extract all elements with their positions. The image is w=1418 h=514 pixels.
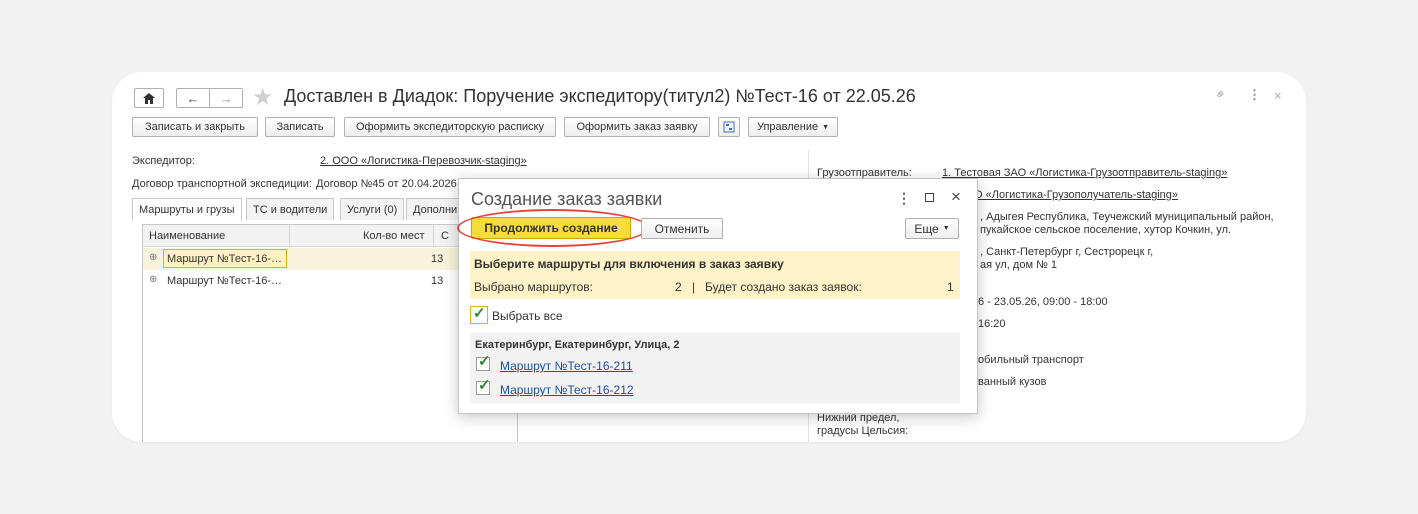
group-title: Екатеринбург, Екатеринбург, Улица, 2 <box>475 339 680 351</box>
more-vertical-icon[interactable]: ⋮ <box>1248 87 1261 103</box>
route-link[interactable]: Маршрут №Тест-16-211 <box>500 359 633 373</box>
selected-count: 2 <box>675 280 682 294</box>
route-name: Маршрут №Тест-16-… <box>167 253 283 265</box>
col-name[interactable]: Наименование <box>149 230 225 242</box>
arrow-right-icon: → <box>219 90 233 106</box>
selection-info: Выберите маршруты для включения в заказ … <box>470 251 960 299</box>
more-button[interactable]: Еще ▼ <box>905 218 959 239</box>
date-range: 6 - 23.05.26, 09:00 - 18:00 <box>978 296 1108 308</box>
info-heading: Выберите маршруты для включения в заказ … <box>474 257 784 271</box>
col-extra[interactable]: С <box>441 230 449 242</box>
time-value: 16:20 <box>978 318 1006 330</box>
home-icon <box>143 92 155 104</box>
route-places: 13 <box>431 253 444 265</box>
tab-vehicles[interactable]: ТС и водители <box>246 198 335 220</box>
checkmark-icon: ✓ <box>478 353 491 370</box>
manage-button[interactable]: Управление ▼ <box>748 117 838 137</box>
route-checkbox[interactable]: ✓ <box>476 353 491 371</box>
contract-label: Договор транспортной экспедиции: <box>132 178 312 190</box>
address-1-line-2: пукайское сельское поселение, хутор Кочк… <box>980 224 1232 236</box>
checkmark-icon: ✓ <box>473 305 486 322</box>
create-order-button[interactable]: Оформить заказ заявку <box>564 117 710 137</box>
chevron-down-icon: ▼ <box>942 225 950 232</box>
contract-value: Договор №45 от 20.04.2026 <box>316 178 457 190</box>
route-places: 13 <box>431 275 444 287</box>
address-2-line-2: ая ул, дом № 1 <box>980 259 1058 271</box>
close-icon[interactable]: × <box>1274 88 1282 103</box>
favorite-star-icon[interactable]: ★ <box>252 83 274 112</box>
window-title: Доставлен в Диадок: Поручение экспедитор… <box>284 86 916 106</box>
lower-limit-label-2: градусы Цельсия: <box>817 425 909 437</box>
document-window: ← → ★ Доставлен в Диадок: Поручение эксп… <box>112 72 1306 442</box>
structure-button[interactable] <box>718 117 740 137</box>
body-value: ванный кузов <box>978 376 1047 388</box>
maximize-icon[interactable] <box>925 193 934 202</box>
select-all-label[interactable]: Выбрать все <box>492 309 563 323</box>
more-vertical-icon[interactable]: ⋮ <box>897 190 911 207</box>
more-label: Еще <box>914 221 939 236</box>
select-all-checkbox[interactable]: ✓ <box>470 305 488 324</box>
will-create-label: Будет создано заказ заявок: <box>705 280 862 294</box>
expeditor-link[interactable]: 2. ООО «Логистика-Перевозчик-staging» <box>320 155 527 167</box>
expand-icon[interactable]: ⊕ <box>149 252 157 263</box>
route-link[interactable]: Маршрут №Тест-16-212 <box>500 383 634 397</box>
consignee-link[interactable]: О «Логистика-Грузополучатель-staging» <box>974 189 1178 201</box>
selected-label: Выбрано маршрутов: <box>474 280 593 294</box>
route-group: Екатеринбург, Екатеринбург, Улица, 2 ✓ М… <box>470 333 960 403</box>
close-icon[interactable]: × <box>951 187 961 207</box>
link-icon[interactable]: ⚭ <box>1211 84 1231 104</box>
transport-value: обильный транспорт <box>978 354 1084 366</box>
hierarchy-icon <box>723 121 735 133</box>
tab-routes[interactable]: Маршруты и грузы <box>132 198 242 221</box>
save-button[interactable]: Записать <box>265 117 335 137</box>
info-separator: | <box>692 280 696 294</box>
tab-services[interactable]: Услуги (0) <box>340 198 405 220</box>
forward-button[interactable]: → <box>209 88 243 108</box>
create-order-dialog: Создание заказ заявки ⋮ × Продолжить соз… <box>457 178 978 414</box>
back-button[interactable]: ← <box>176 88 210 108</box>
dialog-title: Создание заказ заявки <box>471 189 663 209</box>
arrow-left-icon: ← <box>186 90 200 106</box>
cancel-button[interactable]: Отменить <box>641 218 723 239</box>
checkmark-icon: ✓ <box>478 377 491 394</box>
save-and-close-button[interactable]: Записать и закрыть <box>132 117 258 137</box>
route-name: Маршрут №Тест-16-… <box>167 275 283 287</box>
shipper-link[interactable]: 1. Тестовая ЗАО «Логистика-Грузоотправит… <box>942 167 1227 179</box>
chevron-down-icon: ▼ <box>822 123 830 131</box>
will-create-count: 1 <box>947 280 954 294</box>
tab-additional[interactable]: Дополни <box>406 198 465 220</box>
home-button[interactable] <box>134 88 164 108</box>
expand-icon[interactable]: ⊕ <box>149 274 157 285</box>
continue-creation-button[interactable]: Продолжить создание <box>471 217 631 239</box>
expeditor-label: Экспедитор: <box>132 155 195 167</box>
col-places[interactable]: Кол-во мест <box>363 230 424 242</box>
manage-label: Управление <box>756 121 819 133</box>
route-checkbox[interactable]: ✓ <box>476 377 491 395</box>
receipt-button[interactable]: Оформить экспедиторскую расписку <box>344 117 556 137</box>
address-2-line-1: , Санкт-Петербург г, Сестрорецк г, <box>980 246 1154 258</box>
address-1-line-1: , Адыгея Республика, Теучежский муниципа… <box>980 211 1274 223</box>
